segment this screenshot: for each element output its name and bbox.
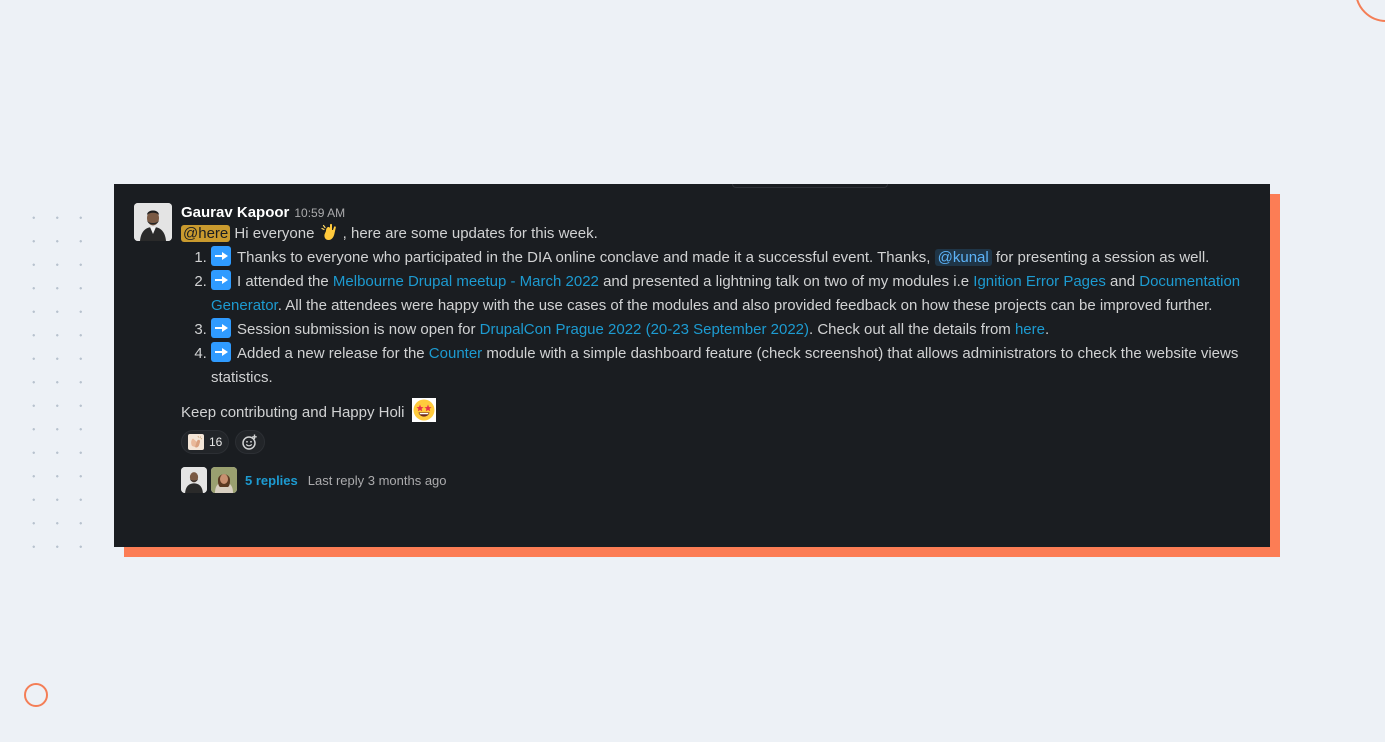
message-timestamp[interactable]: 10:59 AM bbox=[294, 206, 345, 220]
user-mention-kunal[interactable]: @kunal bbox=[934, 249, 992, 266]
item-text: Thanks to everyone who participated in t… bbox=[237, 249, 935, 266]
intro-line: @here Hi everyone , here are some update… bbox=[181, 222, 1261, 246]
star-struck-face-icon bbox=[411, 398, 436, 422]
item-text: and bbox=[1105, 273, 1140, 290]
decorative-ring-corner bbox=[1355, 0, 1385, 22]
arrow-right-icon bbox=[211, 342, 231, 362]
thread-summary[interactable]: 5 replies Last reply 3 months ago bbox=[181, 467, 1261, 493]
add-reaction-button[interactable] bbox=[235, 430, 266, 454]
message-header: Gaurav Kapoor 10:59 AM bbox=[181, 203, 1261, 222]
add-emoji-icon bbox=[242, 434, 258, 450]
reaction-clap[interactable]: 16 bbox=[181, 430, 230, 454]
list-item: Thanks to everyone who participated in t… bbox=[211, 246, 1261, 270]
decorative-ring bbox=[24, 683, 48, 707]
here-mention[interactable]: @here bbox=[181, 225, 231, 242]
list-item: Session submission is now open for Drupa… bbox=[211, 318, 1261, 342]
update-list: Thanks to everyone who participated in t… bbox=[181, 246, 1261, 390]
arrow-right-icon bbox=[211, 270, 231, 290]
link-here[interactable]: here bbox=[1015, 321, 1045, 338]
item-text: I attended the bbox=[237, 273, 333, 290]
closing-text: Keep contributing and Happy Holi bbox=[181, 404, 405, 421]
link-drupalcon-prague[interactable]: DrupalCon Prague 2022 (20-23 September 2… bbox=[480, 321, 809, 338]
intro-rest: , here are some updates for this week. bbox=[342, 225, 598, 242]
link-melbourne-meetup[interactable]: Melbourne Drupal meetup - March 2022 bbox=[333, 273, 599, 290]
arrow-right-icon bbox=[211, 318, 231, 338]
list-item: I attended the Melbourne Drupal meetup -… bbox=[211, 270, 1261, 318]
link-ignition-error-pages[interactable]: Ignition Error Pages bbox=[973, 273, 1106, 290]
arrow-right-icon bbox=[211, 246, 231, 266]
panel-tab-edge bbox=[732, 184, 888, 188]
decorative-dot-grid bbox=[22, 206, 86, 566]
list-item: Added a new release for the Counter modu… bbox=[211, 342, 1261, 390]
message-body: Gaurav Kapoor 10:59 AM @here Hi everyone … bbox=[181, 203, 1261, 493]
intro-greeting: Hi everyone bbox=[234, 225, 315, 242]
author-name[interactable]: Gaurav Kapoor bbox=[181, 204, 289, 221]
waving-hand-icon bbox=[321, 222, 341, 242]
reaction-count: 16 bbox=[209, 435, 223, 449]
closing-line: Keep contributing and Happy Holi bbox=[181, 398, 1261, 425]
item-text: . Check out all the details from bbox=[809, 321, 1015, 338]
clapping-hands-icon bbox=[188, 434, 204, 450]
item-text: Session submission is now open for bbox=[237, 321, 480, 338]
author-avatar[interactable] bbox=[134, 203, 172, 241]
item-text: . bbox=[1044, 321, 1050, 338]
slack-message-panel: Gaurav Kapoor 10:59 AM @here Hi everyone … bbox=[114, 184, 1270, 547]
item-text: Added a new release for the bbox=[237, 345, 429, 362]
item-text: and presented a lightning talk on two of… bbox=[598, 273, 974, 290]
item-text: . All the attendees were happy with the … bbox=[277, 297, 1213, 314]
reactions-bar: 16 bbox=[181, 429, 1261, 455]
item-text: for presenting a session as well. bbox=[991, 249, 1210, 266]
link-counter[interactable]: Counter bbox=[429, 345, 482, 362]
reply-avatar bbox=[181, 467, 207, 493]
reply-avatar bbox=[211, 467, 237, 493]
last-reply-text: Last reply 3 months ago bbox=[307, 472, 447, 488]
replies-link[interactable]: 5 replies bbox=[245, 473, 298, 488]
